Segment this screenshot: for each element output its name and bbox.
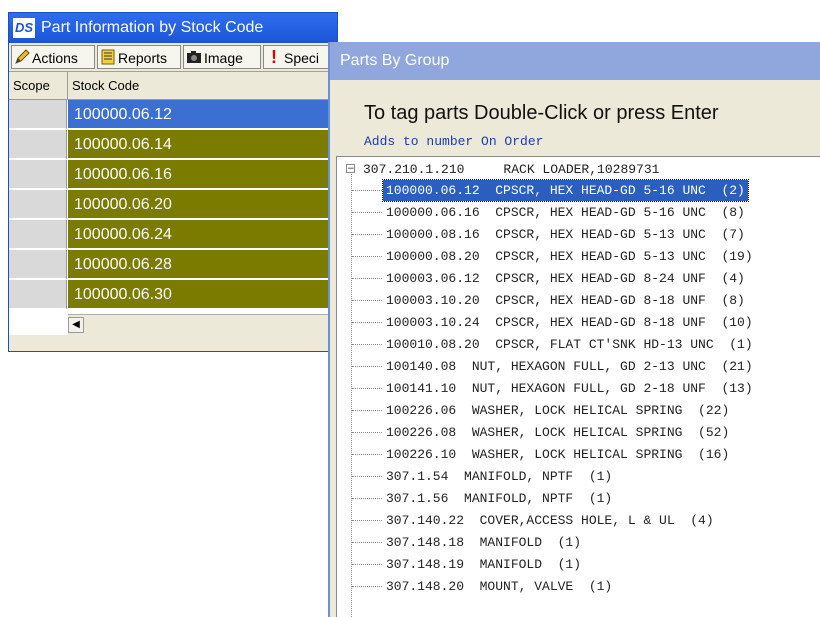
parts-tree[interactable]: − 307.210.1.210 RACK LOADER,10289731 100… [336,156,820,617]
tree-item-label[interactable]: 100226.06 WASHER, LOCK HELICAL SPRING (2… [383,400,732,421]
app-logo-icon: DS [13,18,35,38]
tree-item-label[interactable]: 100000.08.16 CPSCR, HEX HEAD-GD 5-13 UNC… [383,224,748,245]
tree-item-label[interactable]: 307.148.20 MOUNT, VALVE (1) [383,576,615,597]
tree-item-label[interactable]: 307.148.18 MANIFOLD (1) [383,532,584,553]
tree-item[interactable]: 100000.08.16 CPSCR, HEX HEAD-GD 5-13 UNC… [337,224,820,245]
camera-icon [187,51,201,63]
instruction-text: To tag parts Double-Click or press Enter [364,102,719,124]
horizontal-scrollbar[interactable]: ◀ [68,314,337,335]
scope-cell[interactable] [9,280,67,309]
tree-item-label[interactable]: 100000.08.20 CPSCR, HEX HEAD-GD 5-13 UNC… [383,246,756,267]
tree-item[interactable]: 100003.06.12 CPSCR, HEX HEAD-GD 8-24 UNF… [337,268,820,289]
reports-button[interactable]: Reports [97,45,181,69]
tree-item[interactable]: 307.1.54 MANIFOLD, NPTF (1) [337,466,820,487]
stock-code-cell[interactable]: 100000.06.28 [68,250,337,279]
part-info-title-bar[interactable]: DS Part Information by Stock Code [9,13,337,43]
table-row[interactable]: 100000.06.16 [9,160,337,190]
tree-item[interactable]: 307.148.19 MANIFOLD (1) [337,554,820,575]
collapse-icon[interactable]: − [346,164,355,174]
tree-item[interactable]: 307.148.20 MOUNT, VALVE (1) [337,576,820,597]
table-row[interactable]: 100000.06.20 [9,190,337,220]
tree-item[interactable]: 100003.10.20 CPSCR, HEX HEAD-GD 8-18 UNF… [337,290,820,311]
scope-cell[interactable] [9,100,67,129]
scope-cell[interactable] [9,130,67,159]
scroll-left-icon[interactable]: ◀ [68,317,84,333]
stock-code-cell[interactable]: 100000.06.20 [68,190,337,219]
tree-item-label[interactable]: 307.1.54 MANIFOLD, NPTF (1) [383,466,615,487]
stock-code-cell[interactable]: 100000.06.14 [68,130,337,159]
tree-item-label[interactable]: 100003.10.24 CPSCR, HEX HEAD-GD 8-18 UNF… [383,312,756,333]
tree-item-label[interactable]: 100010.08.20 CPSCR, FLAT CT'SNK HD-13 UN… [383,334,756,355]
tree-item[interactable]: 100010.08.20 CPSCR, FLAT CT'SNK HD-13 UN… [337,334,820,355]
tree-item-label[interactable]: 100000.06.12 CPSCR, HEX HEAD-GD 5-16 UNC… [382,179,749,202]
tree-item-label[interactable]: 100003.10.20 CPSCR, HEX HEAD-GD 8-18 UNF… [383,290,748,311]
tree-item-label[interactable]: 100141.10 NUT, HEXAGON FULL, GD 2-18 UNF… [383,378,756,399]
tree-item-label[interactable]: 100140.08 NUT, HEXAGON FULL, GD 2-13 UNC… [383,356,756,377]
part-info-window: DS Part Information by Stock Code Action… [8,12,339,352]
tree-item[interactable]: 307.148.18 MANIFOLD (1) [337,532,820,553]
tree-root-node[interactable]: − 307.210.1.210 RACK LOADER,10289731 [337,159,820,180]
scope-cell[interactable] [9,190,67,219]
scope-cell[interactable] [9,220,67,249]
actions-button[interactable]: Actions [11,45,95,69]
tree-item[interactable]: 100141.10 NUT, HEXAGON FULL, GD 2-18 UNF… [337,378,820,399]
tree-item-label[interactable]: 100226.08 WASHER, LOCK HELICAL SPRING (5… [383,422,732,443]
table-row[interactable]: 100000.06.30 [9,280,337,310]
tree-item[interactable]: 100000.08.20 CPSCR, HEX HEAD-GD 5-13 UNC… [337,246,820,267]
stock-code-grid: Scope Stock Code 100000.06.12 100000.06.… [9,72,337,335]
stock-code-cell[interactable]: 100000.06.16 [68,160,337,189]
scope-cell[interactable] [9,160,67,189]
image-label: Image [204,50,243,66]
tree-item[interactable]: 307.140.22 COVER,ACCESS HOLE, L & UL (4) [337,510,820,531]
actions-label: Actions [32,50,78,66]
pencil-icon [15,49,30,64]
table-row[interactable]: 100000.06.12 [9,100,337,130]
col-header-stock-code[interactable]: Stock Code [68,72,337,100]
exclamation-icon: ! [271,47,277,67]
tree-item-label[interactable]: 307.140.22 COVER,ACCESS HOLE, L & UL (4) [383,510,717,531]
special-label: Speci [284,50,320,66]
parts-by-group-window: Parts By Group To tag parts Double-Click… [328,42,820,617]
toolbar: Actions Reports Image ! Speci [9,43,339,72]
tree-item[interactable]: 307.1.56 MANIFOLD, NPTF (1) [337,488,820,509]
tree-item-label[interactable]: 307.148.19 MANIFOLD (1) [383,554,584,575]
tree-item-label[interactable]: 307.1.56 MANIFOLD, NPTF (1) [383,488,615,509]
tree-item[interactable]: 100000.06.12 CPSCR, HEX HEAD-GD 5-16 UNC… [337,179,820,202]
table-row[interactable]: 100000.06.24 [9,220,337,250]
stock-code-cell[interactable]: 100000.06.12 [68,100,337,129]
tree-item-label[interactable]: 100000.06.16 CPSCR, HEX HEAD-GD 5-16 UNC… [383,202,748,223]
tree-item[interactable]: 100226.08 WASHER, LOCK HELICAL SPRING (5… [337,422,820,443]
stock-code-cell[interactable]: 100000.06.24 [68,220,337,249]
tree-item[interactable]: 100140.08 NUT, HEXAGON FULL, GD 2-13 UNC… [337,356,820,377]
tree-root-label: 307.210.1.210 RACK LOADER,10289731 [363,162,660,177]
col-header-scope[interactable]: Scope [9,72,68,100]
tree-item[interactable]: 100226.10 WASHER, LOCK HELICAL SPRING (1… [337,444,820,465]
report-icon [101,49,115,65]
table-row[interactable]: 100000.06.14 [9,130,337,160]
tree-item[interactable]: 100226.06 WASHER, LOCK HELICAL SPRING (2… [337,400,820,421]
image-button[interactable]: Image [183,45,261,69]
scope-cell[interactable] [9,250,67,279]
order-note-text: Adds to number On Order [364,134,544,149]
tree-item-label[interactable]: 100226.10 WASHER, LOCK HELICAL SPRING (1… [383,444,732,465]
tree-item[interactable]: 100000.06.16 CPSCR, HEX HEAD-GD 5-16 UNC… [337,202,820,223]
tree-item-label[interactable]: 100003.06.12 CPSCR, HEX HEAD-GD 8-24 UNF… [383,268,748,289]
stock-code-cell[interactable]: 100000.06.30 [68,280,337,309]
tree-item[interactable]: 100003.10.24 CPSCR, HEX HEAD-GD 8-18 UNF… [337,312,820,333]
reports-label: Reports [118,50,168,66]
parts-by-group-title[interactable]: Parts By Group [330,42,820,80]
table-row[interactable]: 100000.06.28 [9,250,337,280]
part-info-title: Part Information by Stock Code [41,19,264,36]
